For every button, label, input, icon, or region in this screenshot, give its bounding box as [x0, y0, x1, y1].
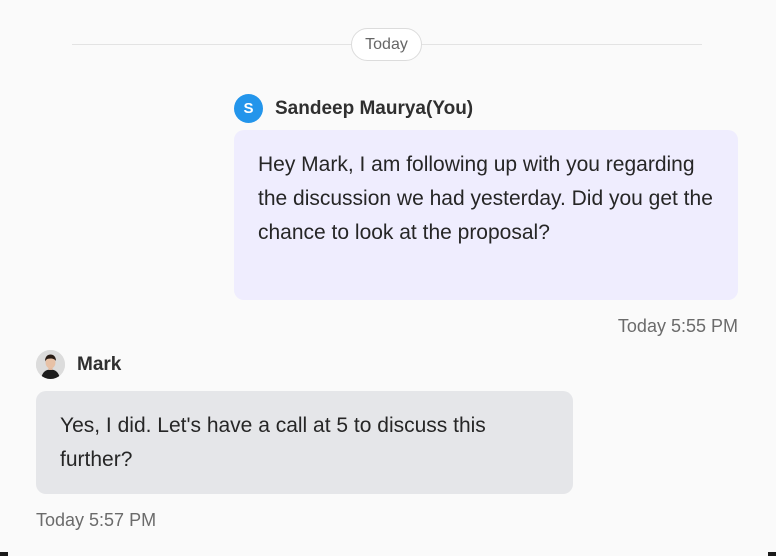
- corner-mark: [0, 552, 8, 556]
- message-timestamp: Today 5:55 PM: [617, 316, 738, 336]
- sender-name: Sandeep Maurya(You): [275, 97, 474, 119]
- user-photo-icon: [36, 350, 65, 379]
- sender-name: Mark: [77, 353, 122, 375]
- message-sender-header: Mark: [36, 350, 121, 379]
- avatar: S: [234, 94, 263, 123]
- corner-mark: [768, 552, 776, 556]
- message-sender-header: S Sandeep Maurya(You): [234, 94, 473, 123]
- message-timestamp: Today 5:57 PM: [36, 510, 157, 530]
- date-divider-label: Today: [351, 28, 422, 61]
- message-bubble-sent: Hey Mark, I am following up with you reg…: [234, 130, 738, 300]
- message-bubble-received: Yes, I did. Let's have a call at 5 to di…: [36, 391, 573, 494]
